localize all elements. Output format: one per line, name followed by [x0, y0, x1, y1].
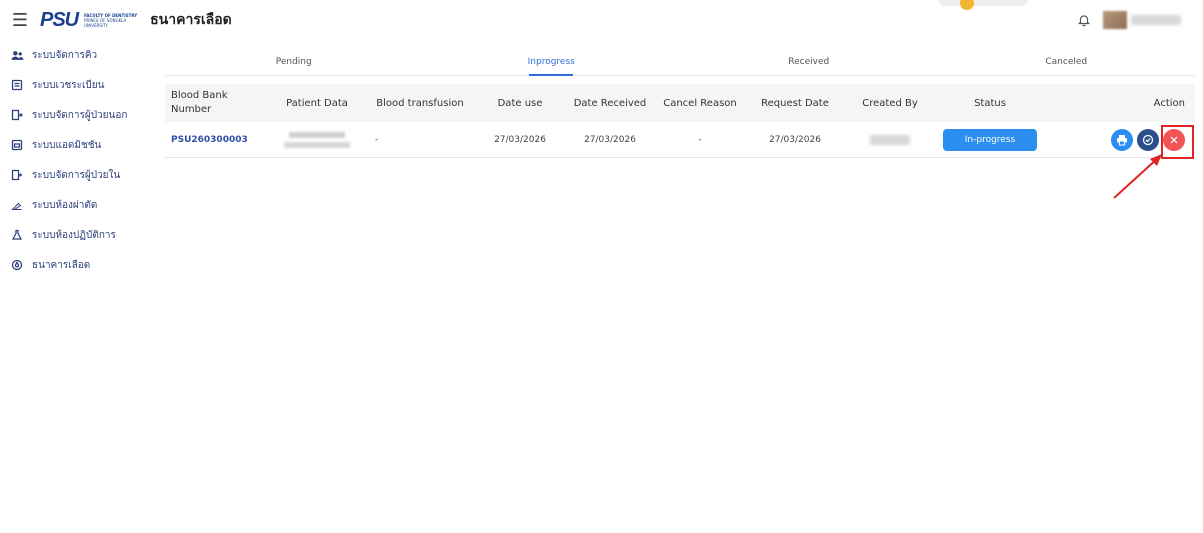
sidebar-item-inpatient[interactable]: ระบบจัดการผู้ป่วยใน [0, 160, 160, 190]
cancel-reason-cell: - [698, 134, 702, 145]
column-header: Action [1153, 97, 1185, 109]
status-badge[interactable]: In-progress [943, 128, 1037, 151]
column-header: Date Received [573, 97, 647, 109]
logo-subtitle-line2: PRINCE OF SONGKLA UNIVERSITY [84, 17, 127, 28]
header-right [1075, 0, 1203, 40]
column-header: Blood Bank Number [171, 90, 228, 115]
blood-bank-number-cell: PSU260300003 [165, 135, 269, 145]
avatar-image [1103, 11, 1127, 29]
sidebar-item-queue[interactable]: ระบบจัดการคิว [0, 40, 160, 70]
user-avatar[interactable] [1103, 9, 1183, 31]
column-header: Status [974, 97, 1006, 109]
inpatient-icon [10, 168, 24, 182]
close-icon [1170, 136, 1178, 143]
request-date-cell: 27/03/2026 [769, 134, 821, 145]
column-header: Created By [862, 97, 918, 109]
cancel-request-button[interactable] [1163, 128, 1185, 151]
created-by-cell [845, 134, 935, 145]
document-icon [10, 78, 24, 92]
tab-pending[interactable]: Pending [165, 48, 423, 75]
sidebar-item-admission[interactable]: ระบบแอดมิชชัน [0, 130, 160, 160]
psu-logo[interactable]: PSU FACULTY OF DENTISTRY PRINCE OF SONGK… [40, 9, 144, 32]
sidebar-item-label: ธนาคารเลือด [32, 259, 91, 271]
blood-transfusion-cell: - [375, 134, 379, 145]
sidebar-item-blood-bank[interactable]: ธนาคารเลือด [0, 250, 160, 280]
status-cell: In-progress [935, 128, 1045, 151]
badge-dot [960, 0, 974, 10]
column-header: Request Date [761, 97, 829, 109]
logo-subtitle: FACULTY OF DENTISTRY PRINCE OF SONGKLA U… [84, 13, 144, 28]
sidebar-item-label: ระบบจัดการผู้ป่วยใน [32, 169, 121, 181]
column-header: Cancel Reason [663, 97, 737, 109]
top-header: ☰ PSU FACULTY OF DENTISTRY PRINCE OF SON… [0, 0, 1203, 40]
sidebar-item-surgery[interactable]: ระบบห้องผ่าตัด [0, 190, 160, 220]
patient-data-cell [269, 131, 365, 148]
blood-bank-table: Blood Bank Number Patient Data Blood tra… [165, 84, 1195, 158]
table-row[interactable]: PSU260300003 - 27/03/2026 27/03/2026 - 2… [165, 122, 1195, 158]
confirm-received-button[interactable] [1137, 128, 1159, 151]
sidebar-item-label: ระบบจัดการผู้ป่วยนอก [32, 109, 128, 121]
sidebar-item-outpatient[interactable]: ระบบจัดการผู้ป่วยนอก [0, 100, 160, 130]
outpatient-icon [10, 108, 24, 122]
tab-inprogress[interactable]: Inprogress [423, 48, 681, 75]
row-actions [1111, 128, 1185, 151]
column-header: Date use [497, 97, 543, 109]
action-cell [1045, 128, 1195, 151]
app-root: ☰ PSU FACULTY OF DENTISTRY PRINCE OF SON… [0, 0, 1203, 533]
check-circle-icon [1142, 134, 1154, 145]
sidebar-item-label: ระบบห้องปฏิบัติการ [32, 229, 116, 241]
column-header: Blood transfusion [376, 97, 464, 109]
bell-icon[interactable] [1075, 11, 1093, 29]
sidebar-item-label: ระบบแอดมิชชัน [32, 139, 102, 151]
print-button[interactable] [1111, 128, 1133, 151]
admission-icon [10, 138, 24, 152]
user-name-redacted [1131, 15, 1181, 25]
status-tabs: Pending Inprogress Received Canceled [165, 48, 1195, 76]
patient-data-redacted [284, 131, 350, 148]
logo-mark: PSU [40, 8, 79, 31]
printer-icon [1117, 134, 1127, 145]
sidebar: ระบบจัดการคิว ระบบเวชระเบียน ระบบจัดการผ… [0, 40, 160, 533]
tab-canceled[interactable]: Canceled [938, 48, 1196, 75]
flask-icon [10, 228, 24, 242]
scalpel-icon [10, 198, 24, 212]
page-title: ธนาคารเลือด [150, 12, 232, 28]
date-use-cell: 27/03/2026 [494, 134, 546, 145]
redacted-line [284, 141, 350, 148]
blood-bank-number-link[interactable]: PSU260300003 [171, 135, 248, 145]
top-badge[interactable] [938, 0, 1028, 10]
sidebar-item-label: ระบบจัดการคิว [32, 49, 98, 61]
date-received-cell: 27/03/2026 [584, 134, 636, 145]
sidebar-item-label: ระบบเวชระเบียน [32, 79, 105, 91]
tab-received[interactable]: Received [680, 48, 938, 75]
table-header: Blood Bank Number Patient Data Blood tra… [165, 84, 1195, 122]
blood-drop-icon [10, 258, 24, 272]
sidebar-item-records[interactable]: ระบบเวชระเบียน [0, 70, 160, 100]
created-by-redacted [870, 134, 910, 145]
sidebar-item-laboratory[interactable]: ระบบห้องปฏิบัติการ [0, 220, 160, 250]
sidebar-item-label: ระบบห้องผ่าตัด [32, 199, 98, 211]
redacted-line [289, 131, 345, 138]
users-icon [10, 48, 24, 62]
hamburger-menu-icon[interactable]: ☰ [0, 0, 40, 40]
column-header: Patient Data [286, 97, 348, 109]
